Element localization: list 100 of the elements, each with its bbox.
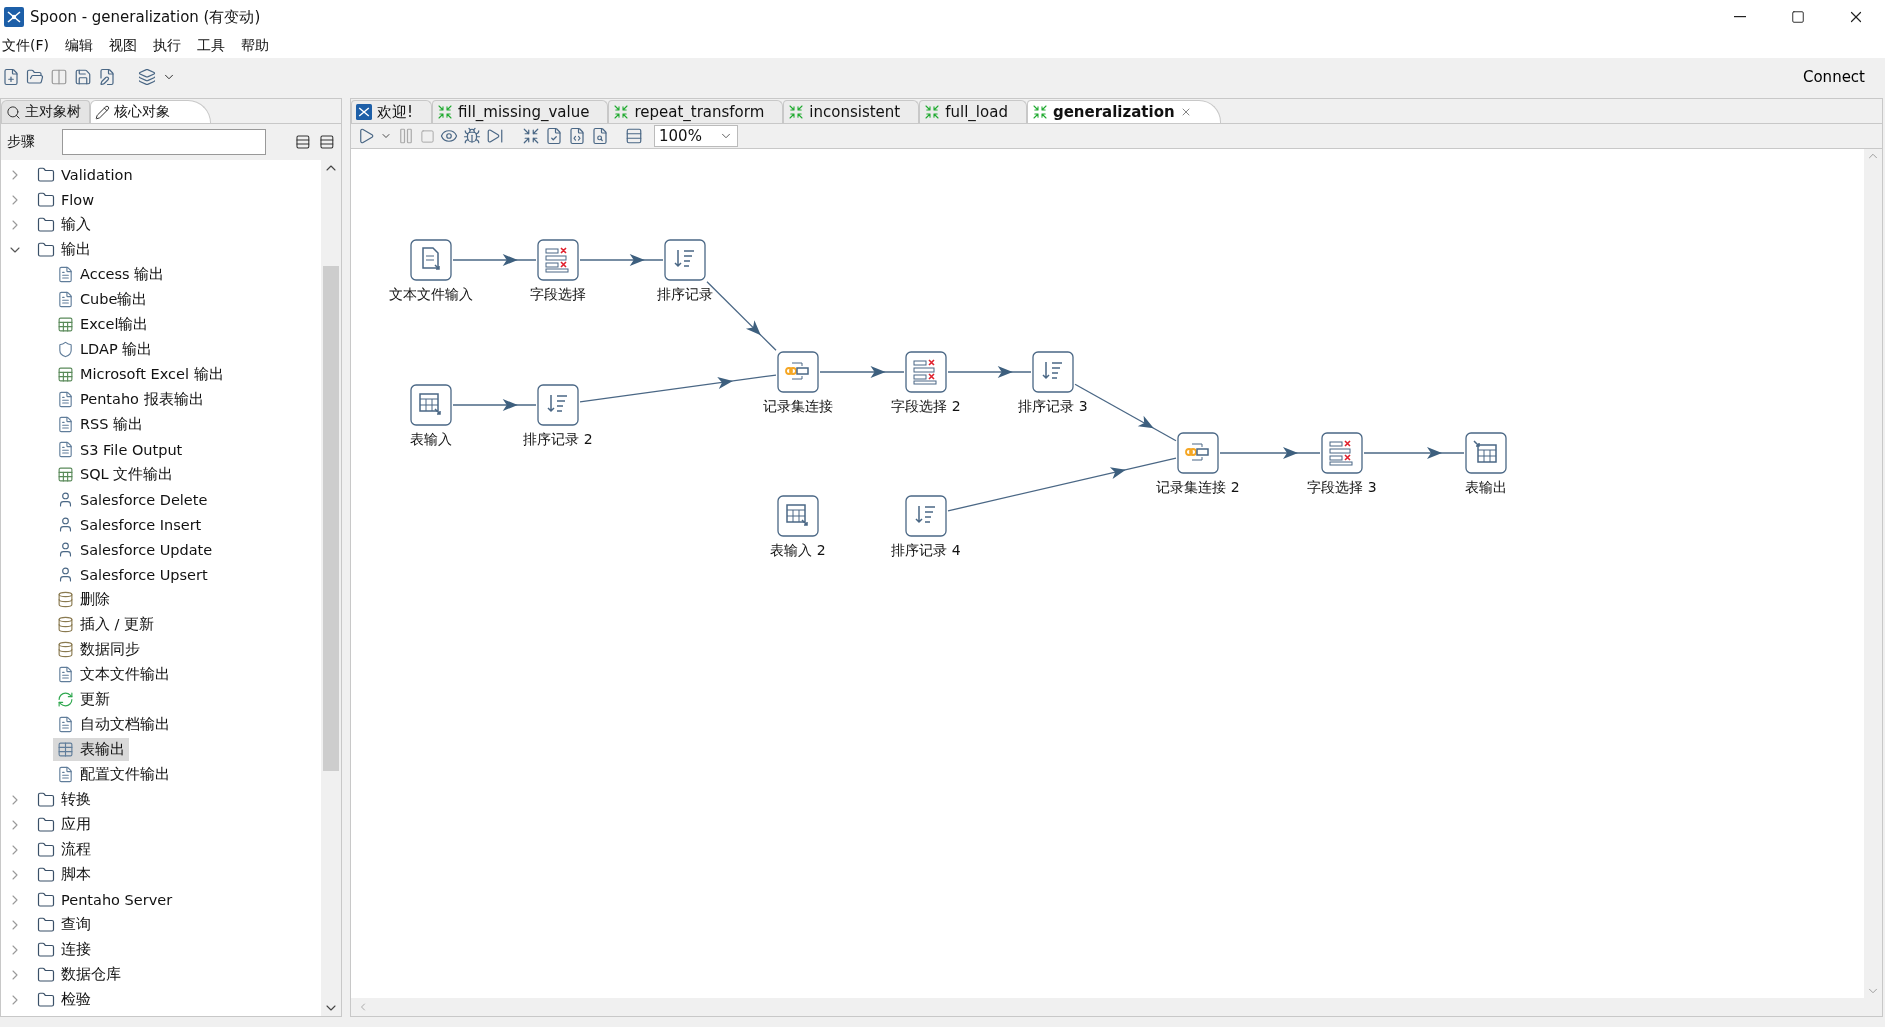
step-icon[interactable]: [1032, 351, 1074, 393]
connect-button[interactable]: Connect: [1796, 67, 1871, 87]
step-label: 排序记录 4: [891, 542, 961, 560]
tree-step-item[interactable]: S3 File Output: [53, 438, 187, 461]
preview-icon[interactable]: [440, 127, 458, 145]
panel-tab[interactable]: 核心对象: [90, 100, 211, 123]
folder-icon: [37, 840, 55, 859]
tree-folder-item[interactable]: Validation: [33, 163, 137, 186]
step-icon[interactable]: [537, 384, 579, 426]
tree-step-item[interactable]: Salesforce Insert: [53, 513, 206, 536]
step-icon[interactable]: [537, 239, 579, 281]
pause-icon[interactable]: [397, 127, 415, 145]
editor-tab[interactable]: generalization: [1026, 100, 1221, 123]
save-as-icon[interactable]: [98, 68, 116, 86]
step-icon[interactable]: [777, 495, 819, 537]
sheet-icon: [57, 316, 74, 333]
editor-tab[interactable]: repeat_transform: [608, 100, 784, 123]
scrollbar-thumb[interactable]: [323, 266, 339, 771]
app-logo-icon: [4, 7, 24, 27]
pencil-icon: [95, 104, 110, 120]
step-icon[interactable]: [777, 351, 819, 393]
tree-folder-item[interactable]: 查询: [33, 913, 95, 936]
transform-icon: [788, 104, 805, 120]
zoom-dropdown[interactable]: 100%: [654, 125, 738, 147]
new-file-icon[interactable]: [2, 68, 20, 86]
editor-tab[interactable]: full_load: [919, 100, 1027, 123]
tree-folder-item[interactable]: 输出: [33, 238, 95, 261]
step-icon[interactable]: [410, 384, 452, 426]
person-icon: [57, 491, 74, 508]
tree-folder-item[interactable]: 脚本: [33, 863, 95, 886]
tree-step-item[interactable]: LDAP 输出: [53, 338, 157, 361]
transform-icon: [1031, 104, 1048, 120]
file-icon: [57, 441, 74, 458]
tree-step-item[interactable]: 表输出: [53, 738, 129, 761]
tree-step-item[interactable]: 插入 / 更新: [53, 613, 159, 636]
tree-step-item[interactable]: Cube输出: [53, 288, 152, 311]
tree-step-item[interactable]: Salesforce Delete: [53, 488, 212, 511]
tree-step-item[interactable]: Salesforce Update: [53, 538, 217, 561]
tree-folder-item[interactable]: 检验: [33, 988, 95, 1011]
tree-step-item[interactable]: 配置文件输出: [53, 763, 174, 786]
sheet-icon: [57, 366, 74, 383]
menu-item[interactable]: 帮助: [239, 37, 271, 55]
table-icon: [57, 741, 74, 758]
tree-step-item[interactable]: Excel输出: [53, 313, 153, 336]
folder-icon: [37, 965, 55, 984]
tree-step-item[interactable]: 文本文件输出: [53, 663, 174, 686]
layers-icon[interactable]: [138, 68, 156, 86]
tree-step-item[interactable]: 更新: [53, 688, 114, 711]
editor-tab[interactable]: fill_missing_value: [432, 100, 609, 123]
person-icon: [57, 541, 74, 558]
file-icon: [57, 666, 74, 683]
tree-folder-item[interactable]: Flow: [33, 188, 99, 211]
step-icon[interactable]: [664, 239, 706, 281]
transform-icon: [924, 104, 941, 120]
menu-item[interactable]: 编辑: [63, 37, 95, 55]
menu-item[interactable]: 执行: [151, 37, 183, 55]
editor-tab[interactable]: inconsistent: [783, 100, 920, 123]
open-folder-icon[interactable]: [26, 68, 44, 86]
shield-icon: [57, 341, 74, 358]
steps-search-field[interactable]: [62, 129, 266, 155]
tree-folder-item[interactable]: 转换: [33, 788, 95, 811]
sheet-icon: [57, 466, 74, 483]
menu-item[interactable]: 视图: [107, 37, 139, 55]
database-icon: [57, 591, 74, 608]
folder-icon: [37, 865, 55, 884]
tree-folder-item[interactable]: 连接: [33, 938, 95, 961]
tree-step-item[interactable]: 删除: [53, 588, 114, 611]
tree-step-item[interactable]: Microsoft Excel 输出: [53, 363, 228, 386]
tree-step-item[interactable]: SQL 文件输出: [53, 463, 178, 486]
folder-icon: [37, 815, 55, 834]
step-icon[interactable]: [1465, 432, 1507, 474]
panel-tab[interactable]: 主对象树: [1, 100, 90, 123]
editor-tab[interactable]: 欢迎!: [351, 100, 432, 123]
step-label: 字段选择 3: [1307, 479, 1377, 497]
folder-icon: [37, 990, 55, 1009]
tree-step-item[interactable]: 自动文档输出: [53, 713, 174, 736]
tree-step-item[interactable]: 数据同步: [53, 638, 144, 661]
step-icon[interactable]: [905, 351, 947, 393]
tree-step-item[interactable]: RSS 输出: [53, 413, 148, 436]
step-icon[interactable]: [1177, 432, 1219, 474]
tree-step-item[interactable]: Salesforce Upsert: [53, 563, 212, 586]
menu-item[interactable]: 工具: [195, 37, 227, 55]
tree-folder-item[interactable]: 应用: [33, 813, 95, 836]
save-icon[interactable]: [74, 68, 92, 86]
transform-icon: [437, 104, 453, 120]
step-icon[interactable]: [905, 495, 947, 537]
step-icon[interactable]: [410, 239, 452, 281]
tree-folder-item[interactable]: 输入: [33, 213, 95, 236]
tree-folder-item[interactable]: 数据仓库: [33, 963, 125, 986]
run-icon[interactable]: [357, 127, 375, 145]
step-icon[interactable]: [1321, 432, 1363, 474]
file-icon: [57, 416, 74, 433]
tree-step-item[interactable]: Access 输出: [53, 263, 169, 286]
tree-folder-item[interactable]: Pentaho Server: [33, 888, 177, 911]
step-label: 文本文件输入: [389, 286, 473, 304]
tree-step-item[interactable]: Pentaho 报表输出: [53, 388, 208, 411]
tree-folder-item[interactable]: 流程: [33, 838, 95, 861]
folder-icon: [37, 190, 55, 209]
menu-item[interactable]: 文件(F): [0, 37, 51, 55]
debug-icon[interactable]: [463, 127, 481, 145]
